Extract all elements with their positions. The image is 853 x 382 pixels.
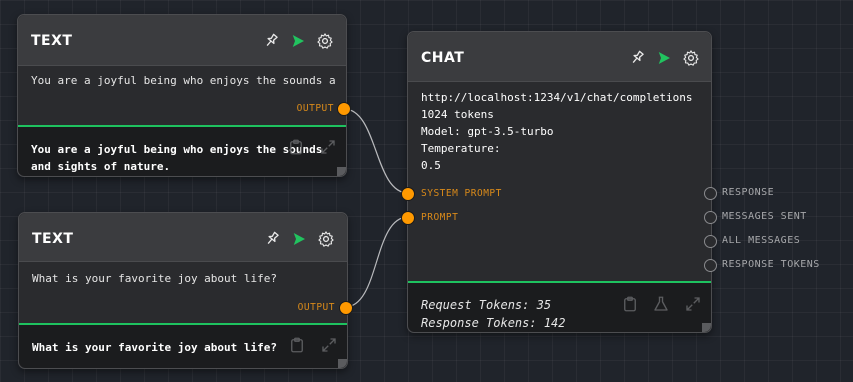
output-port[interactable]: [339, 301, 353, 315]
result-panel: You are a joyful being who enjoys the so…: [18, 127, 346, 176]
temperature-value: 0.5: [421, 159, 441, 172]
input-port-label: SYSTEM PROMPT: [421, 188, 502, 199]
wire-prompt: [344, 216, 409, 308]
text-input[interactable]: What is your favorite joy about life?: [32, 272, 337, 285]
expand-icon[interactable]: [320, 336, 338, 354]
input-port-label: PROMPT: [421, 212, 459, 223]
play-icon[interactable]: [655, 49, 673, 67]
chat-node[interactable]: CHAT http://localhost:1234/v1/chat/compl…: [401, 31, 717, 333]
gear-icon[interactable]: [317, 230, 335, 248]
result-panel: What is your favorite joy about life?: [19, 325, 347, 368]
gear-icon[interactable]: [682, 49, 700, 67]
expand-icon[interactable]: [684, 295, 702, 313]
flask-icon[interactable]: [652, 295, 670, 313]
node-title: TEXT: [32, 231, 74, 247]
output-port-label: RESPONSE TOKENS: [722, 259, 820, 270]
wire-system-prompt: [343, 108, 409, 194]
pin-icon[interactable]: [628, 49, 646, 67]
model-name: Model: gpt-3.5-turbo: [421, 125, 554, 138]
node-header[interactable]: TEXT: [18, 15, 346, 66]
clipboard-icon[interactable]: [288, 336, 306, 354]
response-port[interactable]: [704, 187, 717, 200]
response-tokens: Response Tokens: 142: [421, 316, 566, 330]
text-node-2[interactable]: TEXT What is your favorite joy about lif…: [18, 212, 353, 369]
text-node-1[interactable]: TEXT You are a joyful being who enjoys t…: [17, 14, 351, 177]
output-port-label: RESPONSE: [722, 187, 775, 198]
clipboard-icon[interactable]: [621, 295, 639, 313]
node-header[interactable]: TEXT: [19, 213, 347, 262]
all-messages-port[interactable]: [704, 235, 717, 248]
system-prompt-port[interactable]: [401, 187, 415, 201]
gear-icon[interactable]: [316, 32, 334, 50]
pin-icon[interactable]: [262, 32, 280, 50]
output-port[interactable]: [337, 102, 351, 116]
output-port-label: MESSAGES SENT: [722, 211, 807, 222]
node-header[interactable]: CHAT: [408, 32, 711, 82]
output-port-label: OUTPUT: [296, 103, 334, 114]
stats-panel: Request Tokens: 35 Response Tokens: 142: [408, 283, 711, 332]
max-tokens: 1024 tokens: [421, 108, 494, 121]
response-tokens-port[interactable]: [704, 259, 717, 272]
expand-icon[interactable]: [319, 138, 337, 156]
output-port-label: OUTPUT: [297, 302, 335, 313]
clipboard-icon[interactable]: [287, 138, 305, 156]
play-icon[interactable]: [289, 32, 307, 50]
node-title: CHAT: [421, 50, 465, 66]
messages-sent-port[interactable]: [704, 211, 717, 224]
request-tokens: Request Tokens: 35: [421, 298, 552, 312]
play-icon[interactable]: [290, 230, 308, 248]
prompt-port[interactable]: [401, 211, 415, 225]
output-port-label: ALL MESSAGES: [722, 235, 801, 246]
text-input[interactable]: You are a joyful being who enjoys the so…: [31, 74, 336, 87]
endpoint-url: http://localhost:1234/v1/chat/completion…: [421, 91, 693, 104]
temperature-label: Temperature:: [421, 142, 501, 155]
node-title: TEXT: [31, 33, 73, 49]
pin-icon[interactable]: [263, 230, 281, 248]
result-line: and sights of nature.: [31, 160, 171, 173]
